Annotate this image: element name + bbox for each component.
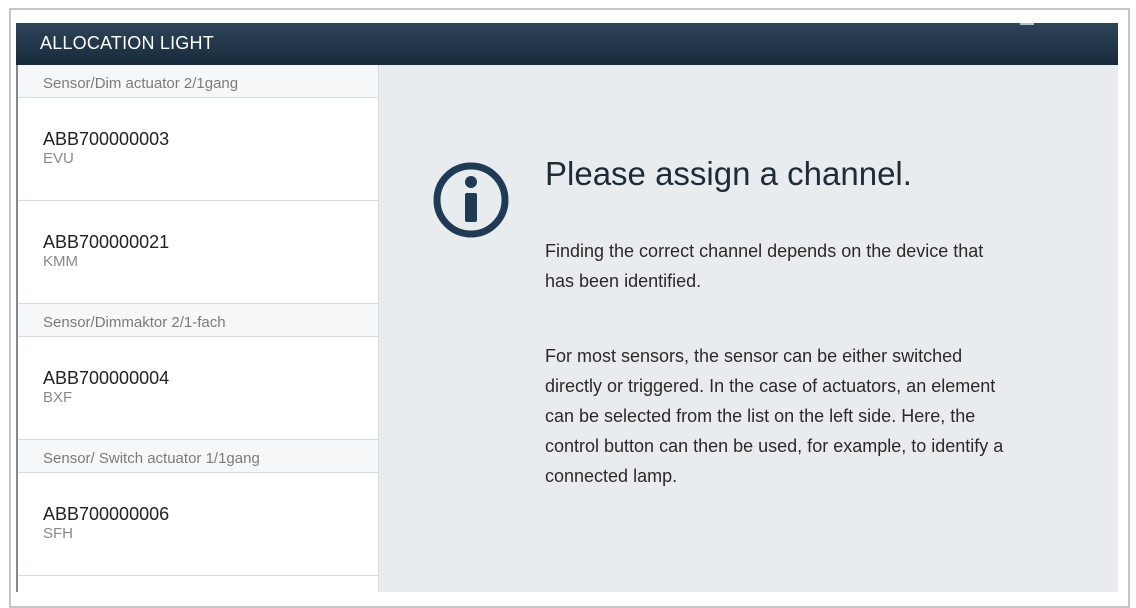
allocation-window: ALLOCATION LIGHT Sensor/Dim actuator 2/1…	[16, 23, 1118, 592]
window-title: ALLOCATION LIGHT	[40, 33, 214, 53]
info-paragraph: For most sensors, the sensor can be eith…	[545, 346, 1004, 486]
device-item-abb700000021[interactable]: ABB700000021 KMM	[18, 201, 378, 304]
device-id: ABB700000003	[43, 129, 170, 149]
device-label: BXF	[43, 389, 73, 406]
device-id: ABB700000004	[43, 368, 170, 388]
device-label: KMM	[43, 253, 78, 270]
info-panel: Please assign a channel. Finding the cor…	[379, 65, 1118, 592]
device-id: ABB700000021	[43, 232, 170, 252]
device-item-abb700000004[interactable]: ABB700000004 BXF	[18, 337, 378, 440]
title-bar: ALLOCATION LIGHT	[16, 23, 1118, 65]
page-title: Please assign a channel.	[545, 155, 912, 192]
title-bar-mark	[1020, 23, 1034, 25]
group-header: Sensor/Dim actuator 2/1gang	[18, 65, 378, 98]
info-paragraph: Finding the correct channel depends on t…	[545, 241, 984, 291]
device-item-abb700000006[interactable]: ABB700000006 SFH	[18, 473, 378, 576]
device-list[interactable]: Sensor/Dim actuator 2/1gang ABB700000003…	[16, 65, 379, 592]
device-id: ABB700000006	[43, 504, 170, 524]
group-header: Sensor/Dimmaktor 2/1-fach	[18, 304, 378, 337]
device-label: EVU	[43, 150, 74, 167]
device-label: SFH	[43, 525, 73, 542]
device-item-abb700000003[interactable]: ABB700000003 EVU	[18, 98, 378, 201]
group-header: Sensor/ Switch actuator 1/1gang	[18, 440, 378, 473]
info-icon	[433, 162, 509, 238]
